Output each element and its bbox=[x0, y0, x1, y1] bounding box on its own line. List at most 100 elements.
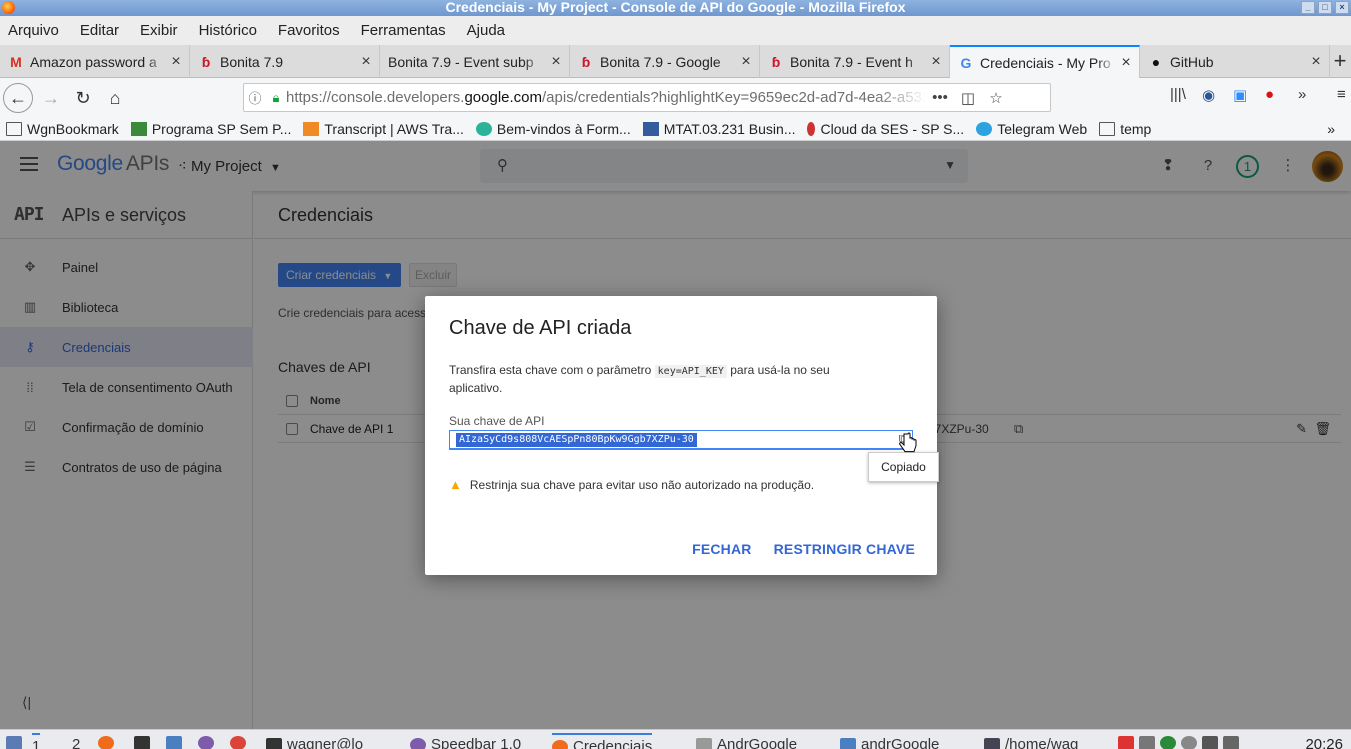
tab-bar: M Amazon password a × ɓ Bonita 7.9 × Bon… bbox=[0, 45, 1351, 78]
maximize-button[interactable]: □ bbox=[1318, 1, 1332, 14]
tab-close-icon[interactable]: × bbox=[167, 53, 185, 71]
firefox-launcher-icon[interactable] bbox=[98, 736, 119, 749]
tab-bonita-4[interactable]: ɓ Bonita 7.9 - Event h × bbox=[760, 45, 950, 78]
page-actions-icon[interactable]: ••• bbox=[926, 89, 954, 106]
api-key-created-dialog: Chave de API criada Transfira esta chave… bbox=[425, 296, 937, 575]
workspace-2[interactable]: 2 bbox=[72, 736, 80, 749]
overflow-chevron-icon[interactable]: » bbox=[1298, 86, 1306, 103]
tab-close-icon[interactable]: × bbox=[1307, 53, 1325, 71]
clock: 20:26 bbox=[1305, 736, 1343, 749]
taskbar-item-home[interactable]: /home/wag bbox=[984, 736, 1078, 749]
code-snippet: key=API_KEY bbox=[654, 365, 727, 378]
tab-close-icon[interactable]: × bbox=[1117, 54, 1135, 72]
info-icon[interactable]: ⓘ bbox=[244, 88, 266, 107]
restrict-key-button[interactable]: RESTRINGIR CHAVE bbox=[774, 541, 915, 557]
google-icon: G bbox=[960, 54, 972, 71]
files-launcher-icon[interactable] bbox=[166, 736, 187, 749]
new-tab-button[interactable]: + bbox=[1329, 45, 1351, 78]
api-key-label: Sua chave de API bbox=[449, 414, 545, 428]
extension-globe-icon[interactable]: ◉ bbox=[1202, 86, 1215, 104]
zoom-extension-icon[interactable]: ▣ bbox=[1233, 86, 1247, 104]
tab-bonita-1[interactable]: ɓ Bonita 7.9 × bbox=[190, 45, 380, 78]
menu-exibir[interactable]: Exibir bbox=[140, 22, 178, 39]
tray-icons[interactable] bbox=[1118, 736, 1244, 749]
site-icon bbox=[130, 121, 147, 136]
bookmark-transcript-aws[interactable]: Transcript | AWS Tra... bbox=[303, 121, 464, 137]
forward-button[interactable]: → bbox=[36, 83, 66, 113]
taskbar: 1 2 wagner@lo Speedbar 1.0 Credenciais A… bbox=[0, 729, 1351, 749]
tab-bonita-3[interactable]: ɓ Bonita 7.9 - Google × bbox=[570, 45, 760, 78]
pocket-icon[interactable]: ◫ bbox=[954, 89, 982, 107]
menu-arquivo[interactable]: Arquivo bbox=[8, 22, 59, 39]
tab-close-icon[interactable]: × bbox=[927, 53, 945, 71]
bonita-icon: ɓ bbox=[771, 53, 781, 70]
site-icon bbox=[475, 121, 492, 136]
bookmarks-bar: WgnBookmark Programa SP Sem P... Transcr… bbox=[0, 117, 1351, 141]
close-window-button[interactable]: × bbox=[1335, 1, 1349, 14]
bookmark-cloud-ses[interactable]: Cloud da SES - SP S... bbox=[807, 121, 964, 137]
hand-cursor-icon bbox=[899, 432, 917, 453]
navigation-bar: ← → ↻ ⌂ ⓘ 🔒︎ https://console.developers.… bbox=[0, 78, 1351, 117]
url-text[interactable]: https://console.developers.google.com/ap… bbox=[286, 89, 926, 106]
menu-ferramentas[interactable]: Ferramentas bbox=[361, 22, 446, 39]
bookmark-telegram[interactable]: Telegram Web bbox=[976, 121, 1087, 137]
taskbar-item-andrgoogle-1[interactable]: AndrGoogle bbox=[696, 736, 797, 749]
taskbar-item-terminal[interactable]: wagner@lo bbox=[266, 736, 363, 749]
tab-github[interactable]: ● GitHub × bbox=[1140, 45, 1330, 78]
url-bar[interactable]: ⓘ 🔒︎ https://console.developers.google.c… bbox=[243, 83, 1051, 112]
warning-icon: ▲ bbox=[449, 477, 462, 492]
workspace-1[interactable]: 1 bbox=[32, 733, 41, 749]
reload-button[interactable]: ↻ bbox=[68, 83, 98, 113]
window-titlebar: Credenciais - My Project - Console de AP… bbox=[0, 0, 1351, 16]
start-menu-icon[interactable] bbox=[6, 736, 27, 749]
bookmark-mtat[interactable]: MTAT.03.231 Busin... bbox=[642, 121, 795, 137]
github-icon: ● bbox=[1151, 53, 1161, 70]
restriction-warning: ▲ Restrinja sua chave para evitar uso nã… bbox=[449, 477, 815, 492]
bonita-icon: ɓ bbox=[201, 53, 211, 70]
menu-ajuda[interactable]: Ajuda bbox=[467, 22, 505, 39]
menu-favoritos[interactable]: Favoritos bbox=[278, 22, 340, 39]
taskbar-item-andrgoogle-2[interactable]: andrGoogle bbox=[840, 736, 939, 749]
bonita-icon: ɓ bbox=[581, 53, 591, 70]
telegram-icon bbox=[976, 121, 993, 136]
bookmark-wgn[interactable]: WgnBookmark bbox=[6, 121, 119, 137]
terminal-launcher-icon[interactable] bbox=[134, 736, 155, 749]
taskbar-item-speedbar[interactable]: Speedbar 1.0 bbox=[410, 736, 521, 749]
api-key-text[interactable]: AIzaSyCd9s808VcAESpPn80BpKw9Ggb7XZPu-30 bbox=[456, 433, 697, 447]
tab-close-icon[interactable]: × bbox=[737, 53, 755, 71]
api-key-field[interactable]: AIzaSyCd9s808VcAESpPn80BpKw9Ggb7XZPu-30 … bbox=[449, 430, 913, 450]
site-icon bbox=[807, 121, 816, 136]
bookmarks-overflow-icon[interactable]: » bbox=[1327, 121, 1335, 137]
tab-bonita-2[interactable]: Bonita 7.9 - Event subp × bbox=[380, 45, 570, 78]
firefox-icon bbox=[2, 1, 15, 14]
home-button[interactable]: ⌂ bbox=[100, 83, 130, 113]
dialog-description: Transfira esta chave com o parâmetro key… bbox=[449, 363, 830, 395]
bookmark-star-icon[interactable]: ☆ bbox=[982, 89, 1010, 107]
copied-tooltip: Copiado bbox=[868, 452, 939, 482]
library-icon[interactable]: |||\ bbox=[1170, 86, 1186, 103]
taskbar-item-credenciais[interactable]: Credenciais bbox=[552, 733, 653, 749]
window-title: Credenciais - My Project - Console de AP… bbox=[445, 0, 906, 15]
aws-icon bbox=[303, 121, 320, 136]
back-button[interactable]: ← bbox=[3, 83, 33, 113]
tab-close-icon[interactable]: × bbox=[357, 53, 375, 71]
bookmark-bem-vindos[interactable]: Bem-vindos à Form... bbox=[475, 121, 631, 137]
tab-credenciais[interactable]: G Credenciais - My Pro × bbox=[950, 45, 1140, 78]
lock-icon: 🔒︎ bbox=[272, 89, 280, 105]
folder-icon bbox=[6, 121, 22, 136]
extension-d-icon[interactable]: ● bbox=[1265, 86, 1274, 103]
close-button[interactable]: FECHAR bbox=[692, 541, 752, 557]
tab-close-icon[interactable]: × bbox=[547, 53, 565, 71]
menu-bar: Arquivo Editar Exibir Histórico Favorito… bbox=[0, 16, 1351, 45]
minimize-button[interactable]: _ bbox=[1301, 1, 1315, 14]
dialog-title: Chave de API criada bbox=[449, 317, 632, 339]
hamburger-menu-icon[interactable]: ≡ bbox=[1337, 86, 1346, 103]
bookmark-programa-sp[interactable]: Programa SP Sem P... bbox=[130, 121, 291, 137]
menu-editar[interactable]: Editar bbox=[80, 22, 119, 39]
menu-historico[interactable]: Histórico bbox=[199, 22, 257, 39]
emacs-launcher-icon[interactable] bbox=[198, 736, 219, 749]
tab-amazon[interactable]: M Amazon password a × bbox=[0, 45, 190, 78]
bookmark-temp[interactable]: temp bbox=[1099, 121, 1151, 137]
chrome-launcher-icon[interactable] bbox=[230, 736, 251, 749]
gmail-icon: M bbox=[10, 53, 22, 70]
